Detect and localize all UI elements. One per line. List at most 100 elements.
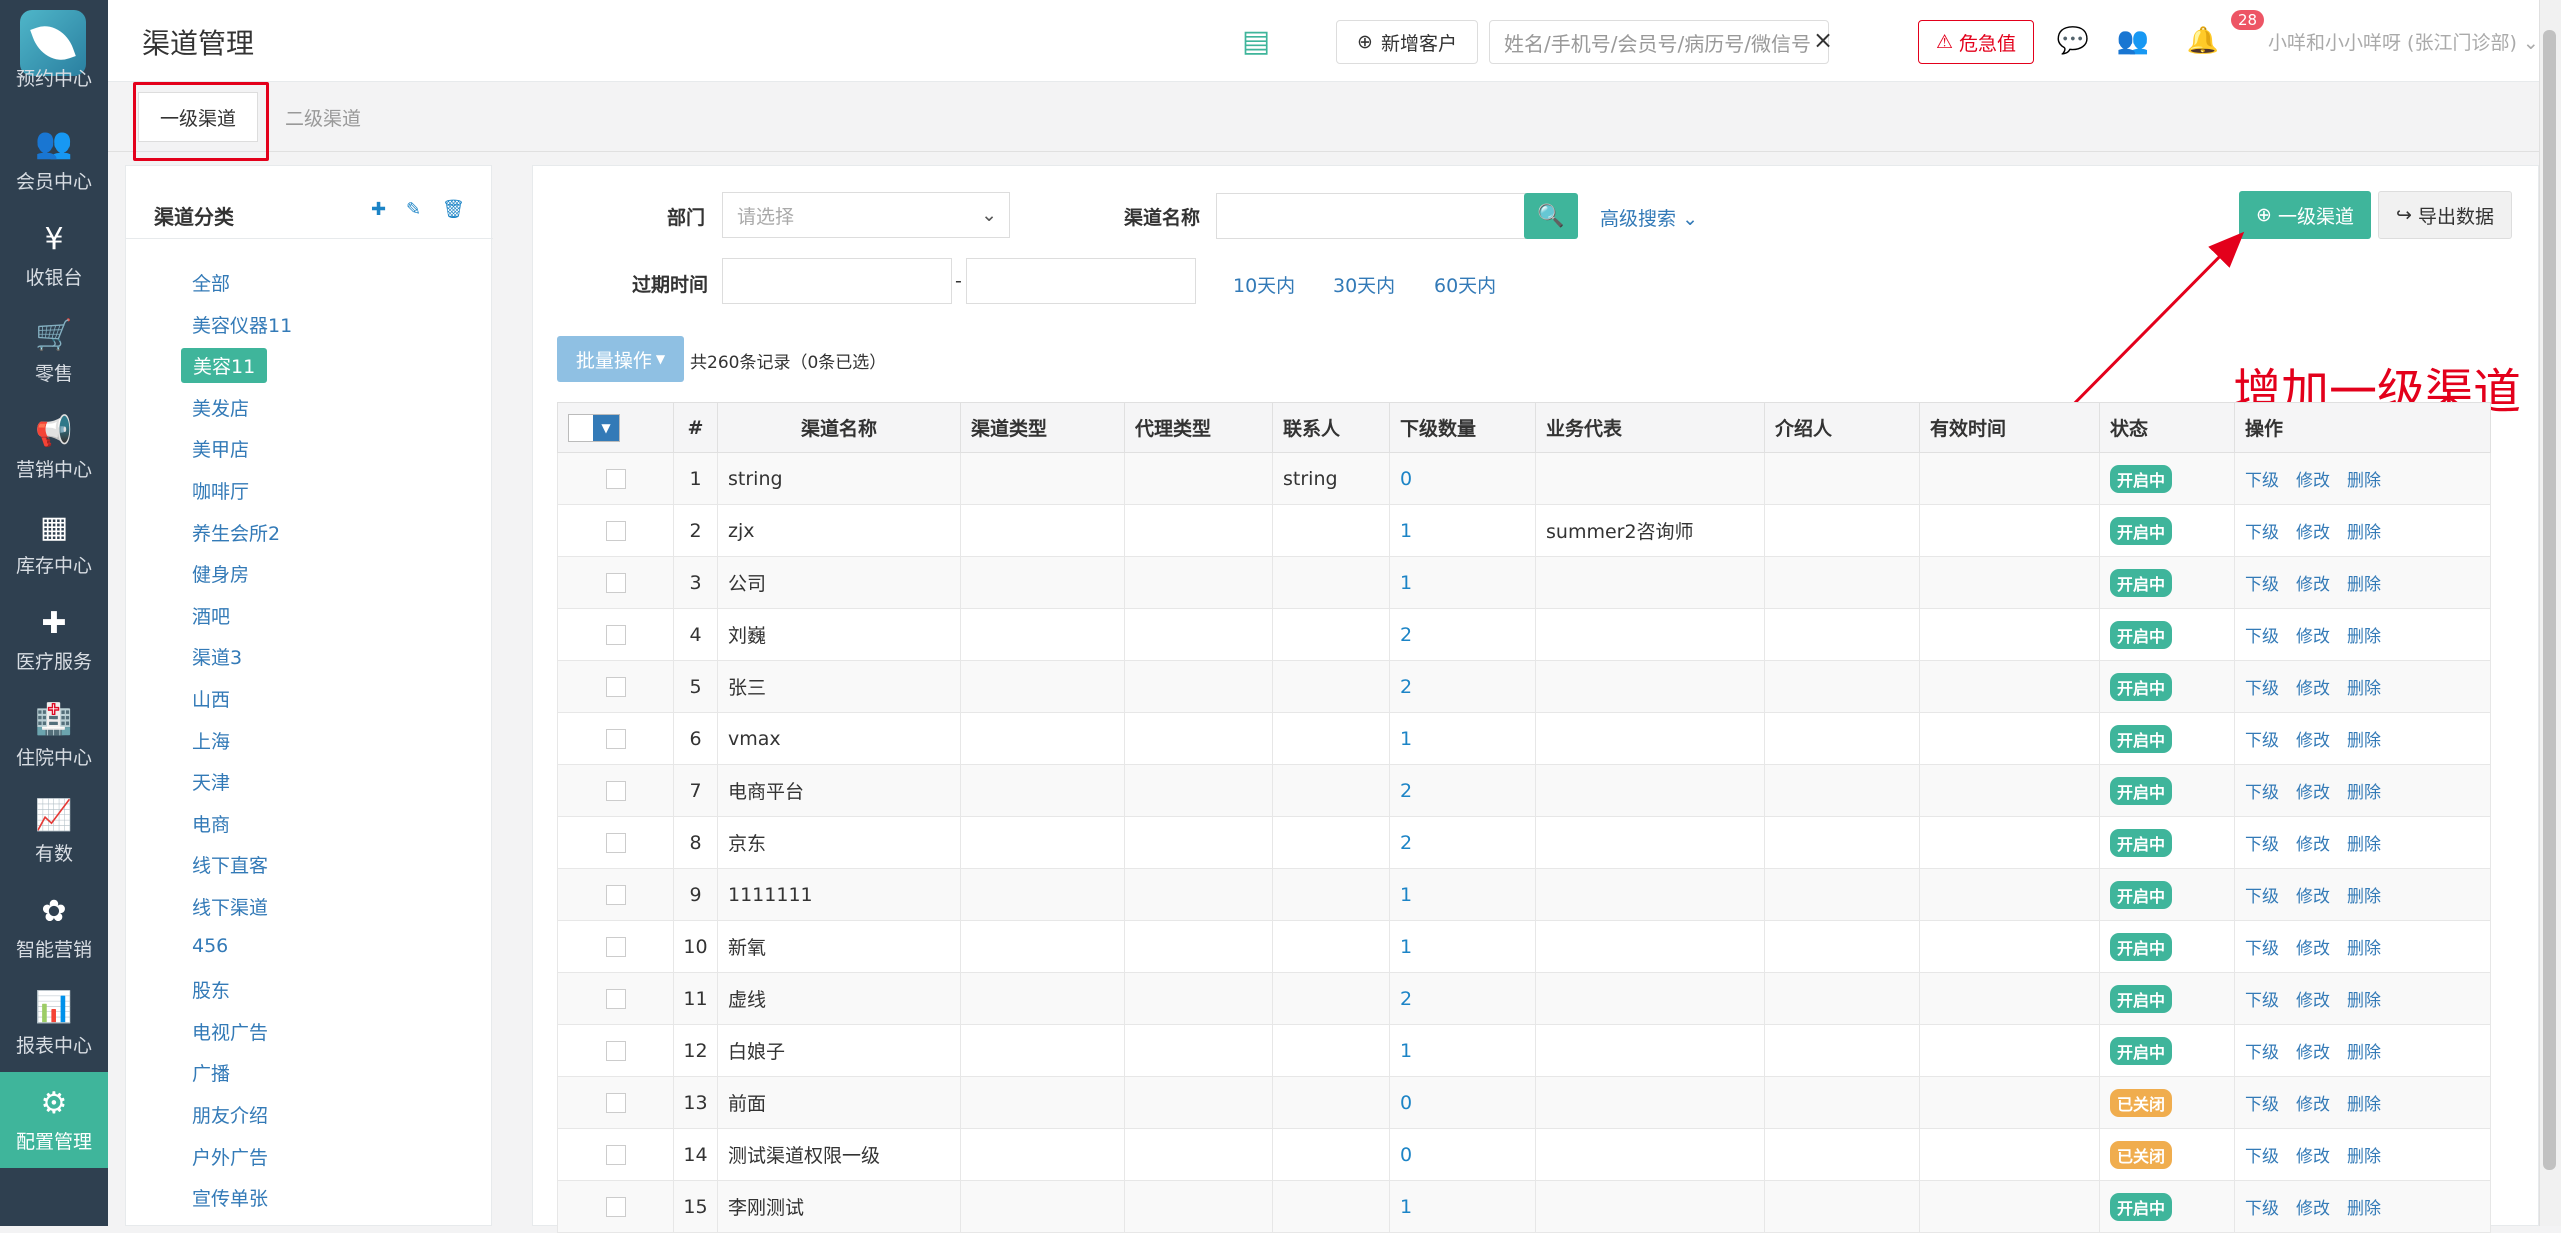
sub-count-link[interactable]: 1: [1400, 1040, 1412, 1062]
close-icon[interactable]: ×: [1813, 26, 1833, 54]
delete-link[interactable]: 删除: [2347, 679, 2381, 699]
row-checkbox[interactable]: [605, 885, 626, 905]
category-item[interactable]: 美容仪器11: [192, 311, 292, 338]
user-group-icon[interactable]: 👥: [2110, 18, 2156, 64]
quick-60-days[interactable]: 60天内: [1434, 271, 1496, 298]
sub-count-link[interactable]: 2: [1400, 832, 1412, 854]
category-item[interactable]: 朋友介绍: [192, 1101, 268, 1128]
table-row[interactable]: 7 电商平台 2 开启中 下级 修改 删除: [557, 764, 2491, 817]
category-item[interactable]: 全部: [192, 269, 230, 296]
advanced-search-link[interactable]: 高级搜索 ⌄: [1600, 204, 1698, 231]
category-item[interactable]: 线下直客: [192, 851, 268, 878]
sub-count-link[interactable]: 1: [1400, 520, 1412, 542]
quick-10-days[interactable]: 10天内: [1233, 271, 1295, 298]
table-row[interactable]: 8 京东 2 开启中 下级 修改 删除: [557, 816, 2491, 869]
row-checkbox[interactable]: [605, 1041, 626, 1061]
table-row[interactable]: 3 公司 1 开启中 下级 修改 删除: [557, 556, 2491, 609]
sub-level-link[interactable]: 下级: [2245, 939, 2279, 959]
critical-value-button[interactable]: ⚠ 危急值: [1918, 20, 2034, 64]
row-checkbox[interactable]: [605, 1145, 626, 1165]
category-item[interactable]: 户外广告: [192, 1143, 268, 1170]
sub-level-link[interactable]: 下级: [2245, 1095, 2279, 1115]
scrollbar-thumb[interactable]: [2543, 30, 2556, 1170]
id-card-icon[interactable]: ▤: [1233, 18, 1279, 64]
sub-count-link[interactable]: 1: [1400, 1196, 1412, 1218]
select-all-checkbox[interactable]: ▼: [568, 413, 620, 442]
sub-count-link[interactable]: 1: [1400, 572, 1412, 594]
new-customer-button[interactable]: ⊕ 新增客户: [1336, 20, 1478, 64]
delete-link[interactable]: 删除: [2347, 887, 2381, 907]
channel-name-input[interactable]: [1216, 193, 1526, 239]
sub-level-link[interactable]: 下级: [2245, 575, 2279, 595]
delete-link[interactable]: 删除: [2347, 1095, 2381, 1115]
category-item[interactable]: 上海: [192, 727, 230, 754]
user-menu[interactable]: 小咩和小小咩呀 (张江门诊部) ⌄: [2268, 28, 2539, 55]
row-checkbox[interactable]: [605, 989, 626, 1009]
delete-link[interactable]: 删除: [2347, 627, 2381, 647]
table-row[interactable]: 15 李刚测试 1 开启中 下级 修改 删除: [557, 1180, 2491, 1233]
delete-link[interactable]: 删除: [2347, 1147, 2381, 1167]
sub-level-link[interactable]: 下级: [2245, 835, 2279, 855]
batch-operation-button[interactable]: 批量操作 ▼: [557, 336, 684, 382]
delete-link[interactable]: 删除: [2347, 783, 2381, 803]
row-checkbox[interactable]: [605, 833, 626, 853]
category-item[interactable]: 渠道3: [192, 643, 242, 670]
category-item[interactable]: 宣传单张: [192, 1184, 268, 1211]
category-item[interactable]: 咖啡厅: [192, 477, 249, 504]
row-checkbox[interactable]: [605, 781, 626, 801]
expire-start-input[interactable]: [722, 258, 952, 304]
table-row[interactable]: 10 新氧 1 开启中 下级 修改 删除: [557, 920, 2491, 973]
table-row[interactable]: 9 1111111 1 开启中 下级 修改 删除: [557, 868, 2491, 921]
category-item[interactable]: 广播: [192, 1059, 230, 1086]
row-checkbox[interactable]: [605, 937, 626, 957]
edit-link[interactable]: 修改: [2296, 627, 2330, 647]
delete-link[interactable]: 删除: [2347, 523, 2381, 543]
row-checkbox[interactable]: [605, 1197, 626, 1217]
bell-icon[interactable]: 🔔: [2180, 18, 2226, 64]
sub-level-link[interactable]: 下级: [2245, 627, 2279, 647]
category-item[interactable]: 线下渠道: [192, 893, 268, 920]
sidebar-item-users[interactable]: 👥 会员中心: [0, 112, 108, 208]
sidebar-item-grid[interactable]: ▦ 库存中心: [0, 496, 108, 592]
row-checkbox[interactable]: [605, 677, 626, 697]
edit-link[interactable]: 修改: [2296, 523, 2330, 543]
edit-link[interactable]: 修改: [2296, 1095, 2330, 1115]
trash-icon[interactable]: 🗑: [442, 199, 465, 220]
edit-link[interactable]: 修改: [2296, 939, 2330, 959]
sub-level-link[interactable]: 下级: [2245, 1199, 2279, 1219]
sub-count-link[interactable]: 0: [1400, 1144, 1412, 1166]
row-checkbox[interactable]: [605, 625, 626, 645]
sub-level-link[interactable]: 下级: [2245, 731, 2279, 751]
table-row[interactable]: 2 zjx 1 summer2咨询师 开启中 下级 修改 删除: [557, 504, 2491, 557]
row-checkbox[interactable]: [605, 729, 626, 749]
tab-level-two[interactable]: 二级渠道: [268, 92, 378, 142]
table-row[interactable]: 12 白娘子 1 开启中 下级 修改 删除: [557, 1024, 2491, 1077]
sub-level-link[interactable]: 下级: [2245, 991, 2279, 1011]
category-item[interactable]: 美容11: [181, 348, 268, 384]
table-row[interactable]: 5 张三 2 开启中 下级 修改 删除: [557, 660, 2491, 713]
sidebar-item-line-chart[interactable]: 📈 有数: [0, 784, 108, 880]
sub-count-link[interactable]: 1: [1400, 728, 1412, 750]
row-checkbox[interactable]: [605, 521, 626, 541]
edit-link[interactable]: 修改: [2296, 1147, 2330, 1167]
wechat-icon[interactable]: 💬: [2050, 18, 2096, 64]
sub-level-link[interactable]: 下级: [2245, 887, 2279, 907]
edit-link[interactable]: 修改: [2296, 471, 2330, 491]
delete-link[interactable]: 删除: [2347, 731, 2381, 751]
row-checkbox[interactable]: [605, 469, 626, 489]
sub-level-link[interactable]: 下级: [2245, 471, 2279, 491]
delete-link[interactable]: 删除: [2347, 1043, 2381, 1063]
sub-level-link[interactable]: 下级: [2245, 1043, 2279, 1063]
category-item[interactable]: 美甲店: [192, 435, 249, 462]
edit-link[interactable]: 修改: [2296, 679, 2330, 699]
category-item[interactable]: 456: [192, 935, 228, 957]
category-item[interactable]: 酒吧: [192, 602, 230, 629]
sub-count-link[interactable]: 2: [1400, 624, 1412, 646]
sidebar-item-smart-marketing[interactable]: ✿ 智能营销: [0, 880, 108, 976]
sidebar-item-megaphone[interactable]: 📢 营销中心: [0, 400, 108, 496]
edit-link[interactable]: 修改: [2296, 991, 2330, 1011]
export-data-button[interactable]: ↪ 导出数据: [2378, 191, 2512, 239]
edit-link[interactable]: 修改: [2296, 783, 2330, 803]
row-checkbox[interactable]: [605, 1093, 626, 1113]
delete-link[interactable]: 删除: [2347, 575, 2381, 595]
